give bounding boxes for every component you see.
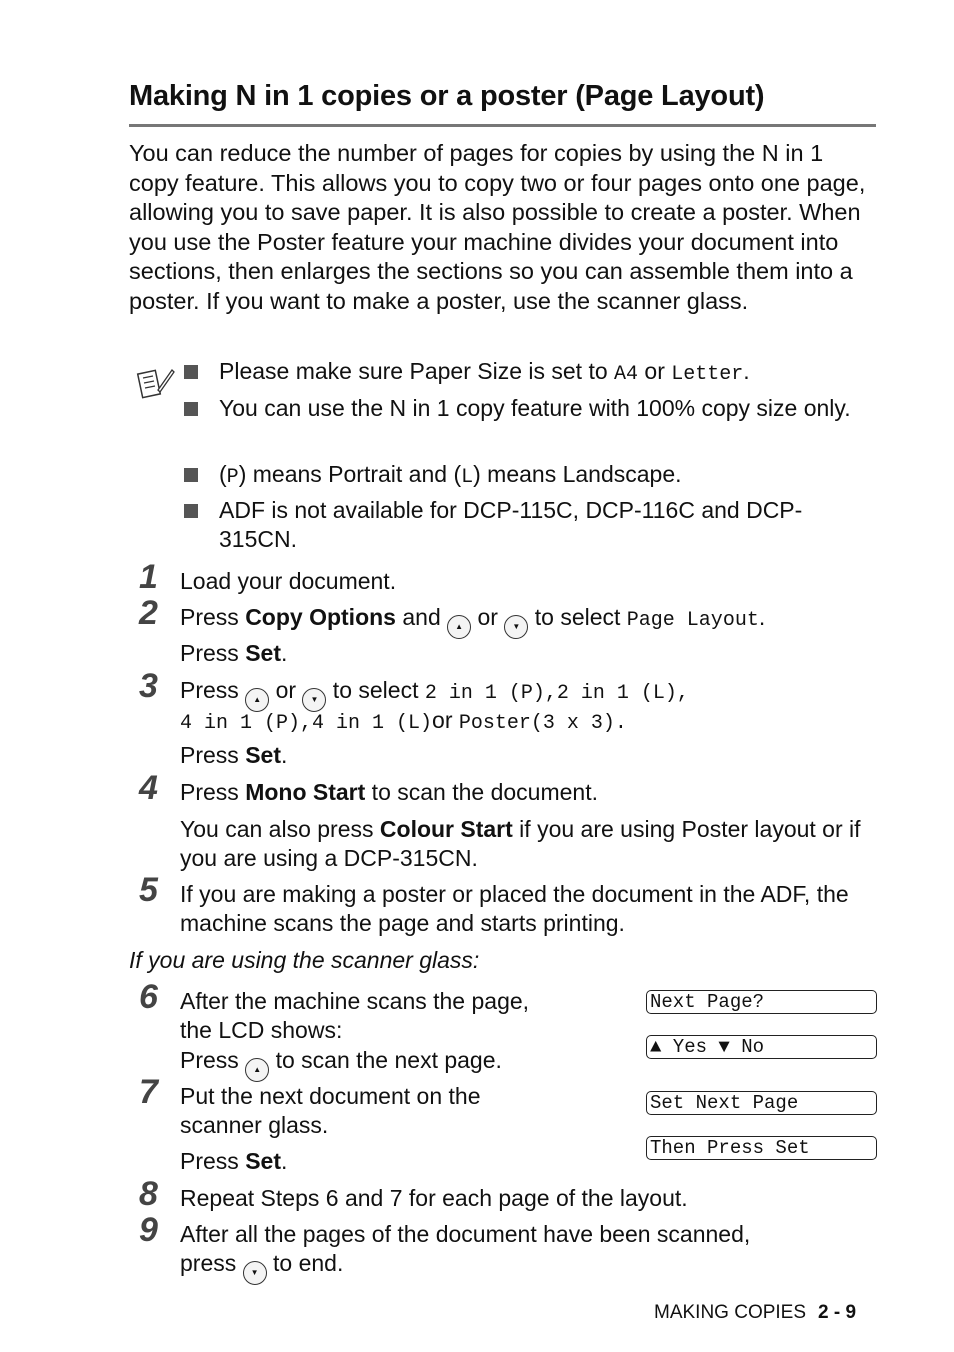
step-2-text: Press Copy Options and ▲ or ▼ to select … (180, 603, 880, 639)
footer-section: MAKING COPIES (654, 1302, 807, 1323)
lcd-display-line: ▲ Yes ▼ No (646, 1035, 877, 1059)
step-6-line2: the LCD shows: (180, 1017, 343, 1043)
step-number: 2 (139, 594, 158, 632)
note-copy-size: You can use the N in 1 copy feature with… (219, 395, 851, 421)
step-9-line1: After all the pages of the document have… (180, 1221, 751, 1247)
note-orientation: (P) means Portrait and (L) means Landsca… (219, 461, 682, 489)
up-arrow-key-icon: ▲ (245, 1058, 270, 1082)
title-rule (129, 124, 876, 127)
bullet (184, 504, 198, 518)
note-paper-size: Please make sure Paper Size is set to A4… (219, 358, 750, 386)
step-number: 7 (139, 1073, 158, 1111)
step-4-text: Press Mono Start to scan the document. (180, 779, 598, 805)
step-3-press-set: Press Set. (180, 742, 288, 768)
step-4-note: You can also press Colour Start if you a… (180, 816, 861, 871)
down-arrow-key-icon: ▼ (504, 615, 529, 639)
bullet (184, 402, 198, 416)
page-number: 2 - 9 (818, 1302, 857, 1323)
page-title: Making N in 1 copies or a poster (Page L… (129, 80, 765, 112)
step-3-options: 4 in 1 (P),4 in 1 (L)or Poster(3 x 3). (180, 707, 627, 735)
step-number: 4 (139, 769, 158, 807)
page-footer: MAKING COPIES 2 - 9 (654, 1302, 856, 1324)
step-7-press-set: Press Set. (180, 1148, 288, 1174)
note-adf: ADF is not available for DCP-115C, DCP-1… (219, 497, 803, 552)
step-5-text: If you are making a poster or placed the… (180, 881, 849, 936)
up-arrow-key-icon: ▲ (447, 615, 472, 639)
step-number: 9 (139, 1211, 158, 1249)
step-7-line1: Put the next document on the (180, 1083, 481, 1109)
lcd-display-line: Then Press Set (646, 1136, 877, 1160)
intro-paragraph: You can reduce the number of pages for c… (129, 140, 866, 314)
step-number: 1 (139, 558, 158, 596)
step-8-text: Repeat Steps 6 and 7 for each page of th… (180, 1185, 688, 1211)
down-arrow-key-icon: ▼ (242, 1261, 267, 1285)
note-pad-pencil-icon (136, 368, 175, 399)
step-number: 5 (139, 871, 158, 909)
bullet (184, 468, 198, 482)
step-2-press-set: Press Set. (180, 640, 288, 666)
step-9-press: press ▼ to end. (180, 1249, 880, 1285)
step-7-line2: scanner glass. (180, 1112, 329, 1138)
step-1-text: Load your document. (180, 568, 397, 594)
lcd-display-line: Next Page? (646, 990, 877, 1014)
step-number: 3 (139, 667, 158, 705)
step-number: 8 (139, 1175, 158, 1213)
lcd-display-line: Set Next Page (646, 1091, 877, 1115)
step-6-line1: After the machine scans the page, (180, 988, 530, 1014)
step-6-press: Press ▲ to scan the next page. (180, 1046, 600, 1082)
scanner-glass-heading: If you are using the scanner glass: (129, 947, 480, 973)
step-number: 6 (139, 978, 158, 1016)
bullet (184, 365, 198, 379)
